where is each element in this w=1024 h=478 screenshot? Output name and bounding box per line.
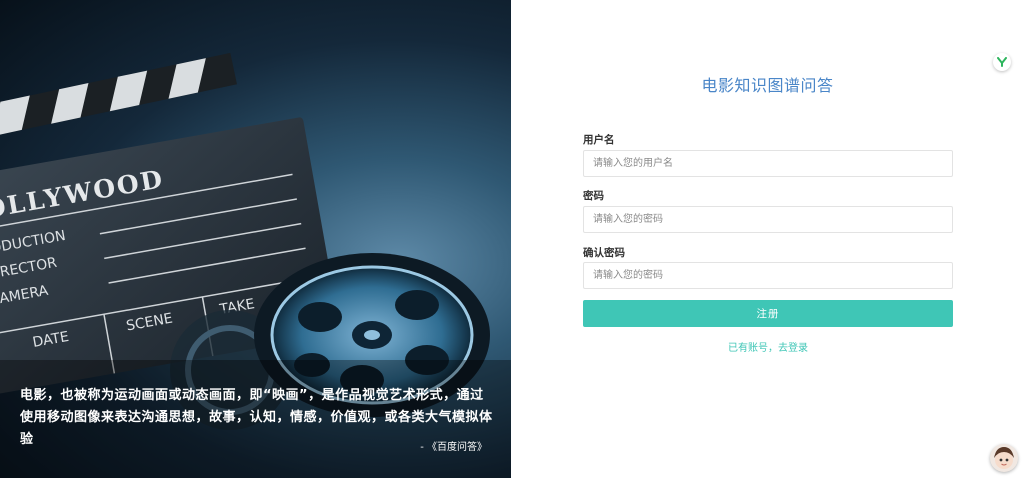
page-title: 电影知识图谱问答 (701, 76, 834, 95)
hero-panel: OLLYWOOD RODUCTION DIRECTOR CAMERA DATE … (0, 0, 511, 478)
register-panel: 电影知识图谱问答 用户名 密码 确认密码 注册 已有账号，去登录 (511, 0, 1024, 478)
y-logo-icon[interactable] (993, 53, 1011, 71)
username-input[interactable] (583, 150, 953, 177)
password-label: 密码 (583, 190, 604, 202)
confirm-password-input[interactable] (583, 262, 953, 289)
register-page: OLLYWOOD RODUCTION DIRECTOR CAMERA DATE … (0, 0, 1024, 478)
confirm-password-label: 确认密码 (583, 247, 625, 259)
avatar-icon[interactable] (990, 444, 1018, 472)
login-link[interactable]: 已有账号，去登录 (583, 339, 953, 354)
register-button[interactable]: 注册 (583, 300, 953, 327)
hero-quote-source: - 《百度问答》 (420, 442, 487, 453)
password-input[interactable] (583, 206, 953, 233)
username-label: 用户名 (583, 134, 615, 146)
